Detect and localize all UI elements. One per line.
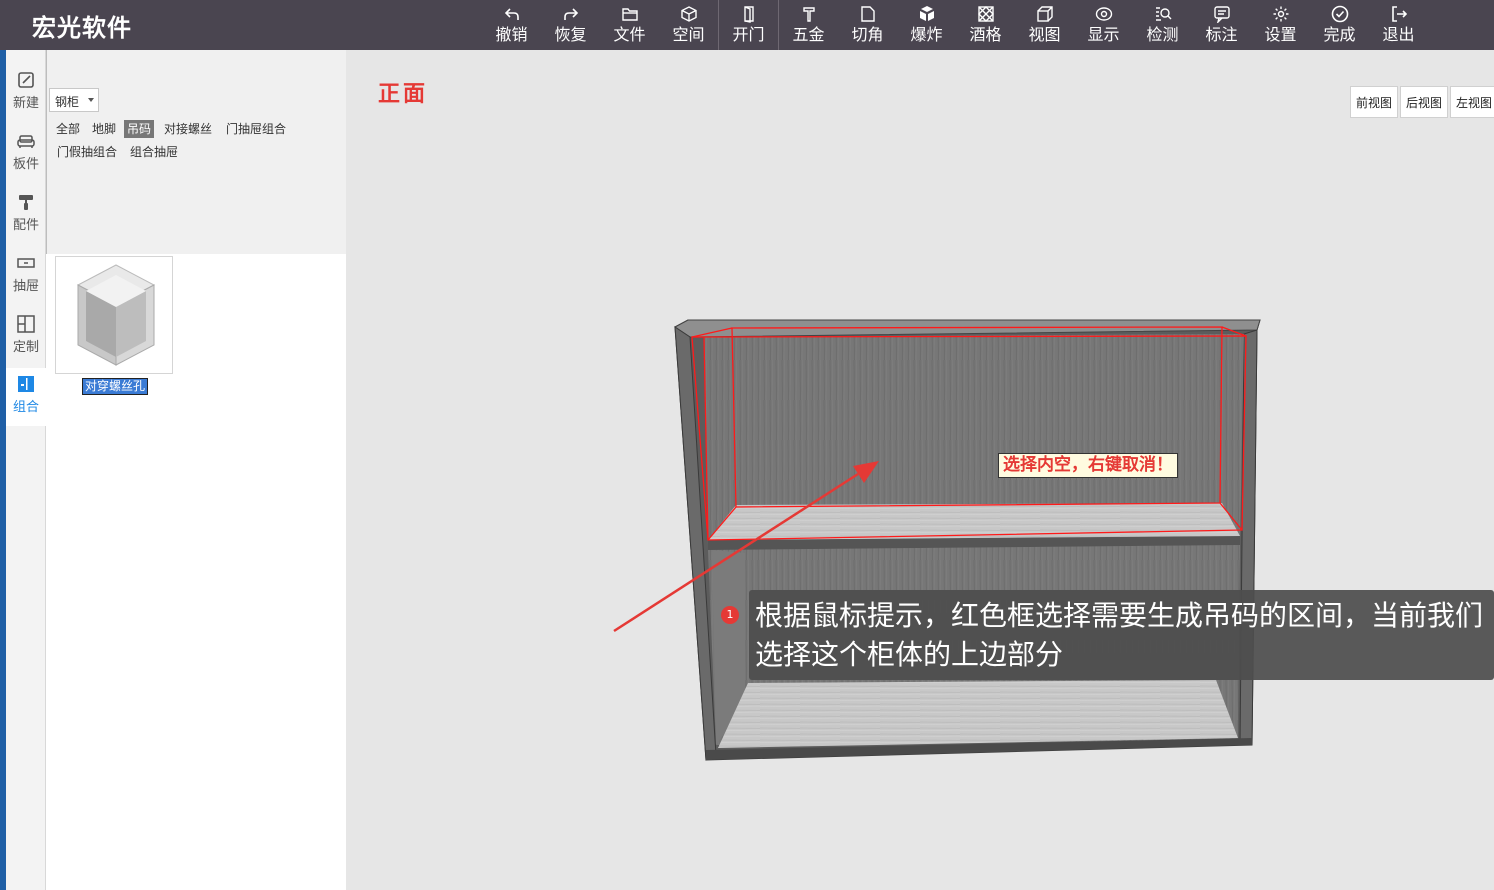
tip-step-badge: 1 — [721, 606, 739, 624]
cursor-hint: 选择内空，右键取消！ — [998, 453, 1178, 478]
tooltip-text: 根据鼠标提示，红色框选择需要生成吊码的区间，当前我们选择这个柜体的上边部分 — [755, 599, 1484, 671]
tutorial-tooltip: 根据鼠标提示，红色框选择需要生成吊码的区间，当前我们选择这个柜体的上边部分 — [749, 590, 1494, 680]
cabinet-model[interactable] — [0, 0, 1494, 890]
